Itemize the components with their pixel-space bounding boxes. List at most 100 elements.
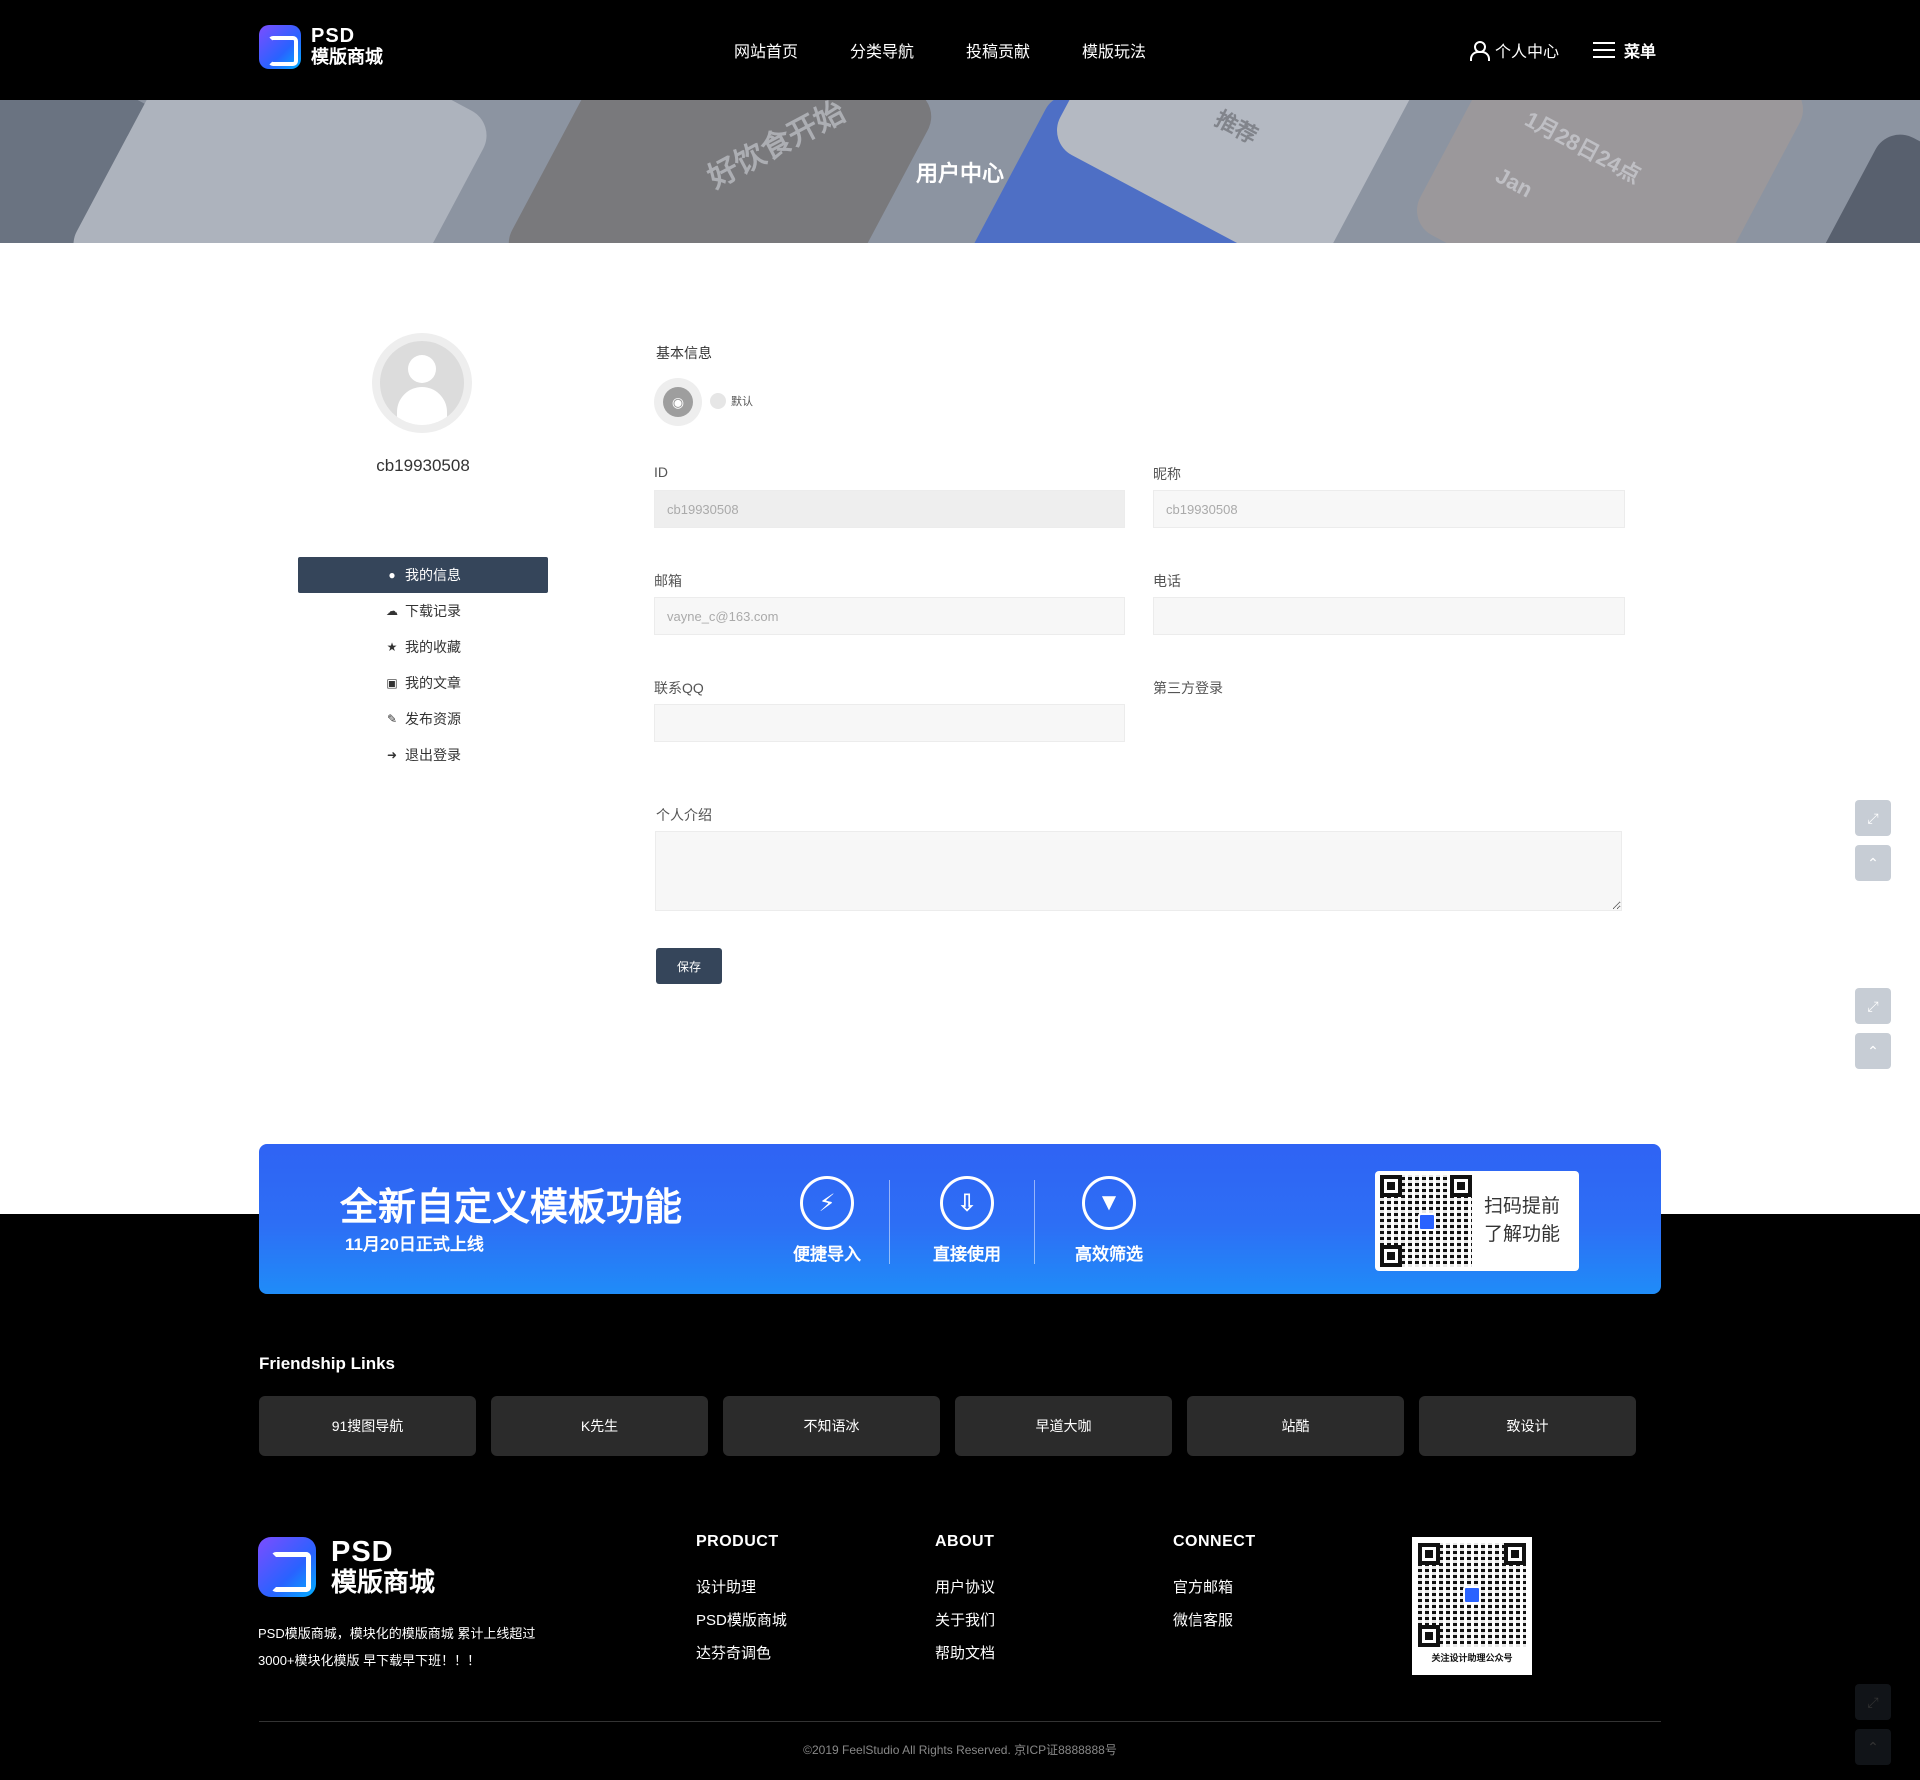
footer-link[interactable]: 微信客服 (1173, 1604, 1256, 1637)
divider (889, 1180, 890, 1264)
footer-link[interactable]: PSD模版商城 (696, 1604, 787, 1637)
qr-caption: 关注设计助理公众号 (1431, 1653, 1513, 1663)
footer-logo[interactable]: PSD 模版商城 (258, 1537, 435, 1597)
fullscreen-button[interactable]: ⤢ (1855, 988, 1891, 1024)
friend-link[interactable]: 早道大咖 (955, 1396, 1172, 1456)
promo-title: 全新自定义模板功能 (340, 1187, 683, 1229)
back-to-top-button[interactable]: ⌃ (1855, 1729, 1891, 1765)
radio-icon[interactable] (710, 393, 726, 409)
footer-link[interactable]: 官方邮箱 (1173, 1571, 1256, 1604)
sidebar-item-publish[interactable]: ✎ 发布资源 (298, 701, 548, 737)
footer-link[interactable]: 关于我们 (935, 1604, 995, 1637)
promo-feature: ▼ 高效筛选 (1059, 1176, 1159, 1265)
footer-qr-card: 关注设计助理公众号 (1412, 1537, 1532, 1675)
qq-label: 联系QQ (654, 680, 704, 696)
nickname-field[interactable] (1153, 490, 1625, 528)
user-center-link[interactable]: 个人中心 (1470, 38, 1559, 62)
camera-icon: ◉ (663, 387, 693, 417)
site-logo[interactable]: PSD 模版商城 (259, 25, 383, 69)
hamburger-icon (1593, 42, 1615, 58)
intro-label: 个人介绍 (656, 807, 712, 823)
promo-feature-label: 便捷导入 (793, 1245, 861, 1264)
promo-qr-card: 扫码提前 了解功能 (1375, 1171, 1579, 1271)
footer-description: PSD模版商城，模块化的模版商城 累计上线超过 3000+模块化模版 早下载早下… (258, 1620, 588, 1674)
user-center-label: 个人中心 (1495, 44, 1560, 61)
avatar-upload-button[interactable]: ◉ (654, 378, 702, 426)
footer-link[interactable]: 设计助理 (696, 1571, 787, 1604)
logo-text-psd: PSD (311, 25, 356, 47)
qq-field[interactable] (654, 704, 1125, 742)
friend-link[interactable]: K先生 (491, 1396, 708, 1456)
avatar-default-option[interactable]: 默认 (710, 393, 753, 409)
footer-column-title: ABOUT (935, 1533, 995, 1550)
file-icon: ▣ (386, 676, 398, 690)
sidebar-item-articles[interactable]: ▣ 我的文章 (298, 665, 548, 701)
fullscreen-button[interactable]: ⤢ (1855, 800, 1891, 836)
sidebar-item-label: 发布资源 (405, 711, 461, 727)
main-nav: 网站首页 分类导航 投稿贡献 模版玩法 (734, 38, 1146, 62)
footer-logo-text-psd: PSD (331, 1536, 394, 1568)
sign-out-icon: ➜ (386, 748, 398, 762)
divider (259, 1721, 1661, 1722)
footer-description-line: PSD模版商城，模块化的模版商城 累计上线超过 (258, 1626, 536, 1641)
nav-categories[interactable]: 分类导航 (850, 38, 914, 62)
save-button[interactable]: 保存 (656, 948, 722, 984)
user-avatar (372, 333, 472, 433)
sidebar-item-logout[interactable]: ➜ 退出登录 (298, 737, 548, 773)
id-field[interactable] (654, 490, 1125, 528)
email-field[interactable] (654, 597, 1125, 635)
promo-feature: ⇩ 直接使用 (917, 1176, 1017, 1265)
qr-code (1418, 1543, 1526, 1647)
friend-link[interactable]: 致设计 (1419, 1396, 1636, 1456)
inbox-download-icon: ⇩ (940, 1176, 994, 1230)
chevron-up-icon: ⌃ (1867, 1738, 1879, 1755)
nav-home[interactable]: 网站首页 (734, 38, 798, 62)
nav-contribute[interactable]: 投稿贡献 (966, 38, 1030, 62)
intro-textarea[interactable] (655, 831, 1622, 911)
promo-feature-label: 高效筛选 (1075, 1245, 1143, 1264)
promo-feature: ⚡ 便捷导入 (777, 1176, 877, 1265)
promo-feature-label: 直接使用 (933, 1245, 1001, 1264)
menu-label: 菜单 (1624, 44, 1657, 61)
friendship-links-title: Friendship Links (259, 1354, 396, 1373)
footer-description-line: 3000+模块化模版 早下载早下班！！！ (258, 1653, 481, 1668)
top-navbar: PSD 模版商城 网站首页 分类导航 投稿贡献 模版玩法 个人中心 菜单 (0, 0, 1920, 100)
page-title: 用户中心 (915, 161, 1004, 186)
sidebar-item-label: 我的收藏 (405, 639, 461, 655)
footer (0, 1214, 1920, 1780)
sidebar-item-downloads[interactable]: ☁ 下载记录 (298, 593, 548, 629)
qr-code (1380, 1175, 1472, 1267)
sidebar-item-favorites[interactable]: ★ 我的收藏 (298, 629, 548, 665)
email-label: 邮箱 (654, 573, 682, 589)
back-to-top-button[interactable]: ⌃ (1855, 1033, 1891, 1069)
qr-text-line: 了解功能 (1484, 1224, 1561, 1245)
friend-link[interactable]: 91搜图导航 (259, 1396, 476, 1456)
menu-button[interactable]: 菜单 (1593, 38, 1656, 62)
expand-icon: ⤢ (1867, 809, 1879, 826)
nav-template-play[interactable]: 模版玩法 (1082, 38, 1146, 62)
phone-field[interactable] (1153, 597, 1625, 635)
filter-icon: ▼ (1082, 1176, 1136, 1230)
promo-subtitle: 11月20日正式上线 (345, 1235, 484, 1254)
promo-banner[interactable]: 全新自定义模板功能 11月20日正式上线 ⚡ 便捷导入 ⇩ 直接使用 ▼ 高效筛… (259, 1144, 1661, 1294)
footer-link[interactable]: 用户协议 (935, 1571, 995, 1604)
fullscreen-button[interactable]: ⤢ (1855, 1684, 1891, 1720)
footer-link[interactable]: 达芬奇调色 (696, 1637, 787, 1670)
section-title: 基本信息 (656, 345, 712, 361)
sidebar-item-label: 下载记录 (405, 603, 461, 619)
expand-icon: ⤢ (1867, 997, 1879, 1014)
footer-link[interactable]: 帮助文档 (935, 1637, 995, 1670)
friend-link[interactable]: 站酷 (1187, 1396, 1404, 1456)
qr-logo-icon (1418, 1213, 1436, 1231)
nickname-label: 昵称 (1153, 466, 1181, 482)
footer-column-about: ABOUT 用户协议 关于我们 帮助文档 (935, 1533, 995, 1670)
back-to-top-button[interactable]: ⌃ (1855, 845, 1891, 881)
logo-text-mall: 模版商城 (311, 47, 383, 67)
sidebar-item-label: 我的信息 (405, 567, 461, 583)
sidebar-item-my-info[interactable]: ● 我的信息 (298, 557, 548, 593)
default-avatar-icon (380, 341, 464, 425)
friendship-links: 91搜图导航 K先生 不知语冰 早道大咖 站酷 致设计 (259, 1396, 1636, 1456)
chevron-up-icon: ⌃ (1867, 1042, 1879, 1059)
copyright: ©2019 FeelStudio All Rights Reserved. 京I… (803, 1743, 1117, 1757)
friend-link[interactable]: 不知语冰 (723, 1396, 940, 1456)
